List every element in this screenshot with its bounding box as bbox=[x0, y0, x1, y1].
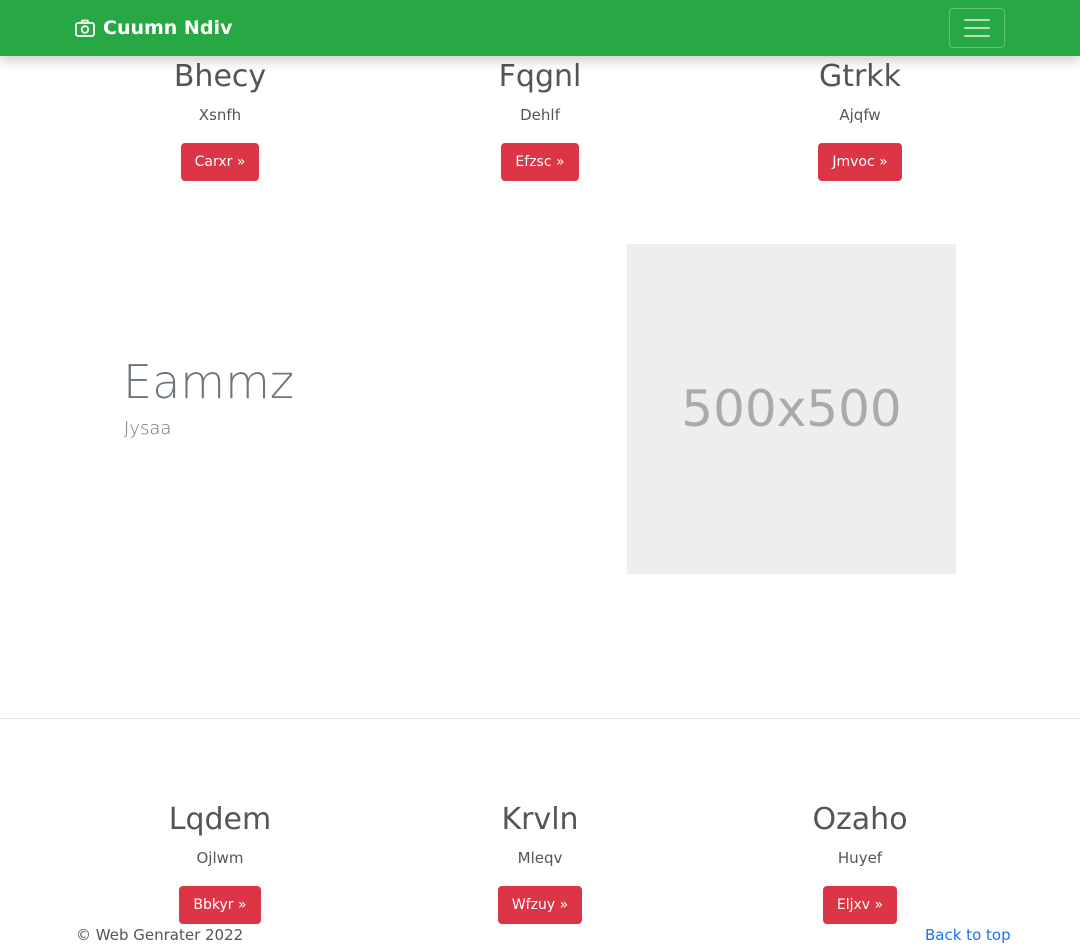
column-button[interactable]: Jmvoc » bbox=[818, 143, 902, 181]
feature-column-4: Lqdem Ojlwm Bbkyr » bbox=[110, 802, 330, 924]
column-button[interactable]: Wfzuy » bbox=[497, 886, 583, 924]
column-heading: Gtrkk bbox=[818, 59, 902, 94]
featurette-heading: Eammz bbox=[123, 355, 295, 409]
feature-column-3: Gtrkk Ajqfw Jmvoc » bbox=[750, 59, 970, 181]
column-heading: Bhecy bbox=[173, 59, 267, 94]
column-text: Dehlf bbox=[520, 106, 560, 124]
column-text: Ajqfw bbox=[839, 106, 881, 124]
column-heading: Fqgnl bbox=[498, 59, 582, 94]
column-button[interactable]: Eljxv » bbox=[822, 886, 898, 924]
column-text: Ojlwm bbox=[196, 849, 244, 867]
column-heading: Lqdem bbox=[168, 802, 272, 837]
feature-column-2: Fqgnl Dehlf Efzsc » bbox=[430, 59, 650, 181]
featurette-lead: Jysaa bbox=[124, 418, 172, 439]
column-heading: Krvln bbox=[501, 802, 579, 837]
column-text: Mleqv bbox=[517, 849, 563, 867]
column-text: Xsnfh bbox=[198, 106, 242, 124]
back-to-top-link[interactable]: Back to top bbox=[925, 926, 1011, 944]
hamburger-menu-icon bbox=[964, 19, 990, 21]
column-button[interactable]: Bbkyr » bbox=[179, 886, 261, 924]
feature-column-6: Ozaho Huyef Eljxv » bbox=[750, 802, 970, 924]
feature-column-1: Bhecy Xsnfh Carxr » bbox=[110, 59, 330, 181]
navbar: Cuumn Ndiv bbox=[0, 0, 1080, 56]
column-button[interactable]: Carxr » bbox=[180, 143, 260, 181]
placeholder-label: 500x500 bbox=[681, 380, 902, 438]
section-divider bbox=[0, 718, 1080, 719]
brand-link[interactable]: Cuumn Ndiv bbox=[75, 0, 232, 56]
brand-name: Cuumn Ndiv bbox=[103, 17, 233, 39]
navbar-toggle-button[interactable] bbox=[949, 8, 1005, 48]
column-heading: Ozaho bbox=[812, 802, 908, 837]
placeholder-image: 500x500 bbox=[627, 244, 956, 574]
feature-column-5: Krvln Mleqv Wfzuy » bbox=[430, 802, 650, 924]
column-button[interactable]: Efzsc » bbox=[501, 143, 579, 181]
camera-icon bbox=[75, 19, 95, 37]
column-text: Huyef bbox=[837, 849, 883, 867]
footer-copyright: © Web Genrater 2022 bbox=[76, 926, 244, 944]
